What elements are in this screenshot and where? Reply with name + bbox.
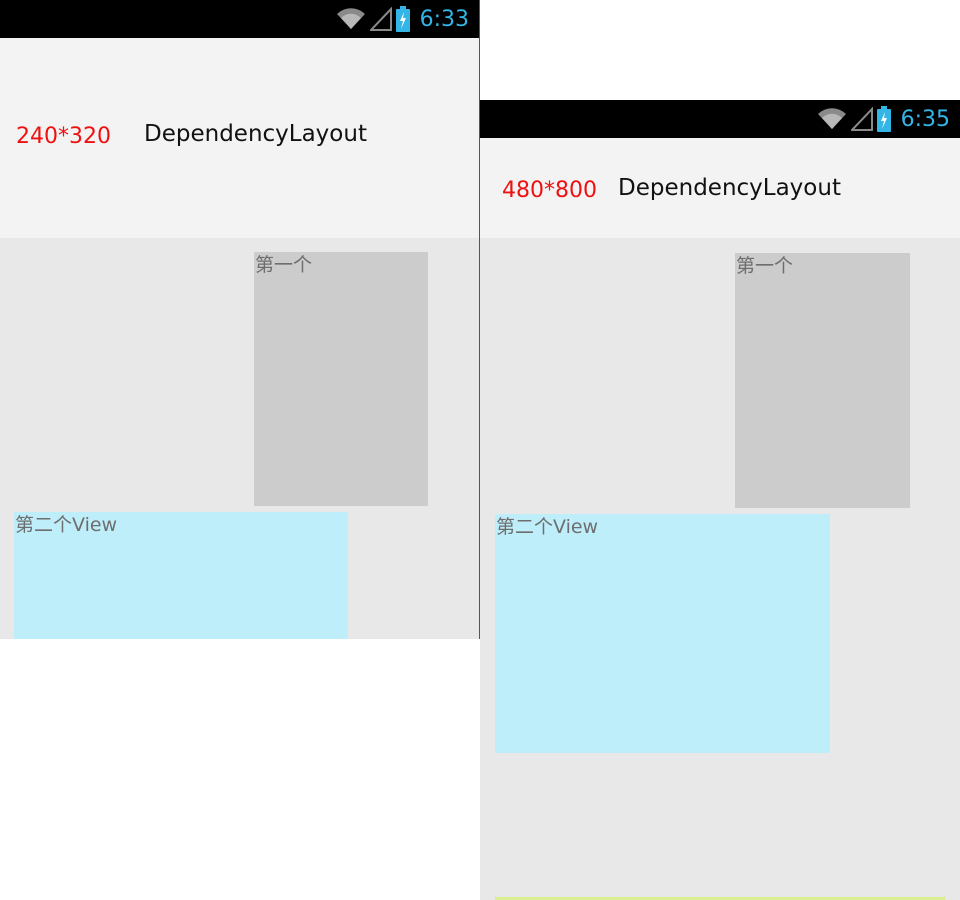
comparison-canvas: 6:33 240*320 DependencyLayout 第一个 第二个Vie… bbox=[0, 0, 960, 900]
resolution-label: 240*320 bbox=[16, 124, 111, 149]
second-view: 第二个View bbox=[495, 514, 830, 753]
battery-charging-icon bbox=[876, 106, 891, 132]
status-bar: 6:35 bbox=[480, 100, 960, 138]
action-header: 240*320 DependencyLayout bbox=[0, 38, 479, 238]
action-header: 480*800 DependencyLayout bbox=[480, 138, 960, 238]
status-clock: 6:35 bbox=[900, 106, 950, 132]
status-icons: 6:35 bbox=[817, 100, 950, 138]
second-view: 第二个View bbox=[14, 512, 348, 639]
status-icons: 6:33 bbox=[336, 0, 469, 38]
resolution-label: 480*800 bbox=[502, 178, 597, 203]
signal-icon bbox=[369, 7, 392, 31]
app-title: DependencyLayout bbox=[144, 121, 367, 147]
battery-charging-icon bbox=[395, 6, 410, 32]
wifi-icon bbox=[336, 8, 365, 30]
signal-icon bbox=[850, 107, 873, 131]
first-view: 第一个 bbox=[735, 253, 910, 508]
wifi-icon bbox=[817, 108, 846, 129]
phone-screen-240x320: 6:33 240*320 DependencyLayout 第一个 第二个Vie… bbox=[0, 0, 479, 639]
first-view: 第一个 bbox=[254, 252, 428, 506]
phone-screen-480x800: 6:35 480*800 DependencyLayout 第一个 第二个Vie… bbox=[480, 100, 960, 900]
status-bar: 6:33 bbox=[0, 0, 479, 38]
status-clock: 6:33 bbox=[419, 6, 469, 32]
app-title: DependencyLayout bbox=[618, 175, 841, 201]
